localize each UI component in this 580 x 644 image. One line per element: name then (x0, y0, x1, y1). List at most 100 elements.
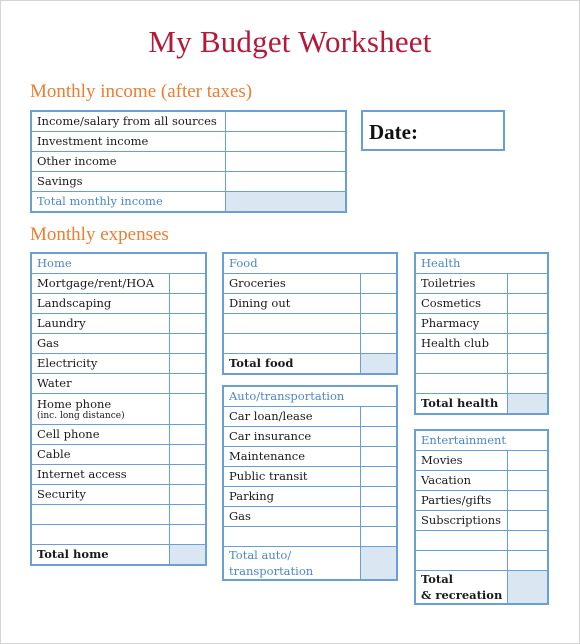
income-table: Income/salary from all sources Investment… (30, 110, 347, 213)
health-amount-cell[interactable] (507, 333, 549, 354)
row-label-text: Subscriptions (421, 513, 502, 527)
home-amount-cell[interactable] (169, 393, 207, 425)
auto-row-label (222, 526, 362, 547)
home-amount-cell[interactable] (169, 484, 207, 505)
home-header-row: Home (30, 252, 207, 274)
home-amount-cell[interactable] (169, 464, 207, 485)
home-row-label: Security (30, 484, 171, 505)
food-total-row: Total food (222, 353, 398, 375)
auto-amount-cell[interactable] (360, 526, 398, 547)
food-row (222, 313, 398, 334)
food-amount-cell[interactable] (360, 313, 398, 334)
food-header-row: Food (222, 252, 398, 274)
entertainment-amount-cell[interactable] (507, 490, 549, 511)
health-amount-cell[interactable] (507, 313, 549, 334)
income-amount-cell[interactable] (225, 110, 347, 132)
health-total-amount[interactable] (507, 393, 549, 415)
home-row-label: Laundry (30, 313, 171, 334)
entertainment-amount-cell[interactable] (507, 550, 549, 571)
food-amount-cell[interactable] (360, 333, 398, 354)
health-row: Toiletries (414, 273, 549, 294)
entertainment-row: Vacation (414, 470, 549, 491)
health-total-label: Total health (414, 393, 509, 415)
entertainment-total-amount[interactable] (507, 570, 549, 605)
home-total-amount[interactable] (169, 544, 207, 566)
entertainment-total-row: Total & recreation (414, 570, 549, 605)
home-amount-cell[interactable] (169, 273, 207, 294)
entertainment-amount-cell[interactable] (507, 470, 549, 491)
home-amount-cell[interactable] (169, 424, 207, 445)
auto-amount-cell[interactable] (360, 466, 398, 487)
home-amount-cell[interactable] (169, 353, 207, 374)
health-row-label: Toiletries (414, 273, 509, 294)
entertainment-amount-cell[interactable] (507, 510, 549, 531)
row-label-text: Public transit (229, 469, 308, 483)
health-amount-cell[interactable] (507, 273, 549, 294)
health-table: Health Toiletries Cosmetics Pharmacy Health … (414, 252, 549, 415)
home-row-label: Gas (30, 333, 171, 354)
row-label-text: Parking (229, 489, 274, 503)
entertainment-amount-cell[interactable] (507, 530, 549, 551)
health-amount-cell[interactable] (507, 373, 549, 394)
row-label-text: Electricity (37, 356, 98, 370)
income-amount-cell[interactable] (225, 131, 347, 152)
home-row-label: Cell phone (30, 424, 171, 445)
food-total-amount[interactable] (360, 353, 398, 375)
health-row-label: Cosmetics (414, 293, 509, 314)
date-field[interactable]: Date: (361, 110, 505, 151)
health-category-header: Health (414, 252, 549, 274)
income-amount-cell[interactable] (225, 171, 347, 192)
home-amount-cell[interactable] (169, 293, 207, 314)
row-label-text: Toiletries (421, 276, 476, 290)
health-amount-cell[interactable] (507, 293, 549, 314)
food-amount-cell[interactable] (360, 273, 398, 294)
health-amount-cell[interactable] (507, 353, 549, 374)
home-row: Internet access (30, 464, 207, 485)
home-amount-cell[interactable] (169, 313, 207, 334)
food-row-label (222, 313, 362, 334)
income-total-amount[interactable] (225, 191, 347, 213)
health-row (414, 373, 549, 394)
food-table: Food Groceries Dining out Total food (222, 252, 398, 375)
auto-amount-cell[interactable] (360, 486, 398, 507)
home-amount-cell[interactable] (169, 373, 207, 394)
auto-header-row: Auto/transportation (222, 385, 398, 407)
home-row: Laundry (30, 313, 207, 334)
entertainment-row (414, 530, 549, 551)
auto-row: Car loan/lease (222, 406, 398, 427)
auto-amount-cell[interactable] (360, 506, 398, 527)
auto-amount-cell[interactable] (360, 426, 398, 447)
home-amount-cell[interactable] (169, 444, 207, 465)
auto-total-amount[interactable] (360, 546, 398, 581)
health-header-row: Health (414, 252, 549, 274)
row-label-text: Cable (37, 447, 71, 461)
row-label-text: Savings (37, 174, 83, 188)
auto-amount-cell[interactable] (360, 446, 398, 467)
home-row-label: Cable (30, 444, 171, 465)
food-amount-cell[interactable] (360, 293, 398, 314)
home-amount-cell[interactable] (169, 524, 207, 545)
entertainment-category-header: Entertainment (414, 429, 549, 451)
health-row-label (414, 373, 509, 394)
expenses-heading: Monthly expenses (30, 224, 169, 245)
auto-table: Auto/transportation Car loan/lease Car ins… (222, 385, 398, 581)
income-row: Savings (30, 171, 347, 192)
auto-amount-cell[interactable] (360, 406, 398, 427)
entertainment-amount-cell[interactable] (507, 450, 549, 471)
entertainment-row-label (414, 530, 509, 551)
home-row-label (30, 524, 171, 545)
page-title: My Budget Worksheet (148, 24, 432, 59)
income-amount-cell[interactable] (225, 151, 347, 172)
home-row-label: Electricity (30, 353, 171, 374)
auto-row-label: Parking (222, 486, 362, 507)
food-total-label: Total food (222, 353, 362, 375)
home-row: Security (30, 484, 207, 505)
home-row (30, 504, 207, 525)
row-label-text: Dining out (229, 296, 291, 310)
home-amount-cell[interactable] (169, 504, 207, 525)
income-row: Other income (30, 151, 347, 172)
home-amount-cell[interactable] (169, 333, 207, 354)
entertainment-row-label (414, 550, 509, 571)
income-row-label: Income/salary from all sources (30, 110, 227, 132)
total-label-line2: & recreation (421, 588, 503, 602)
